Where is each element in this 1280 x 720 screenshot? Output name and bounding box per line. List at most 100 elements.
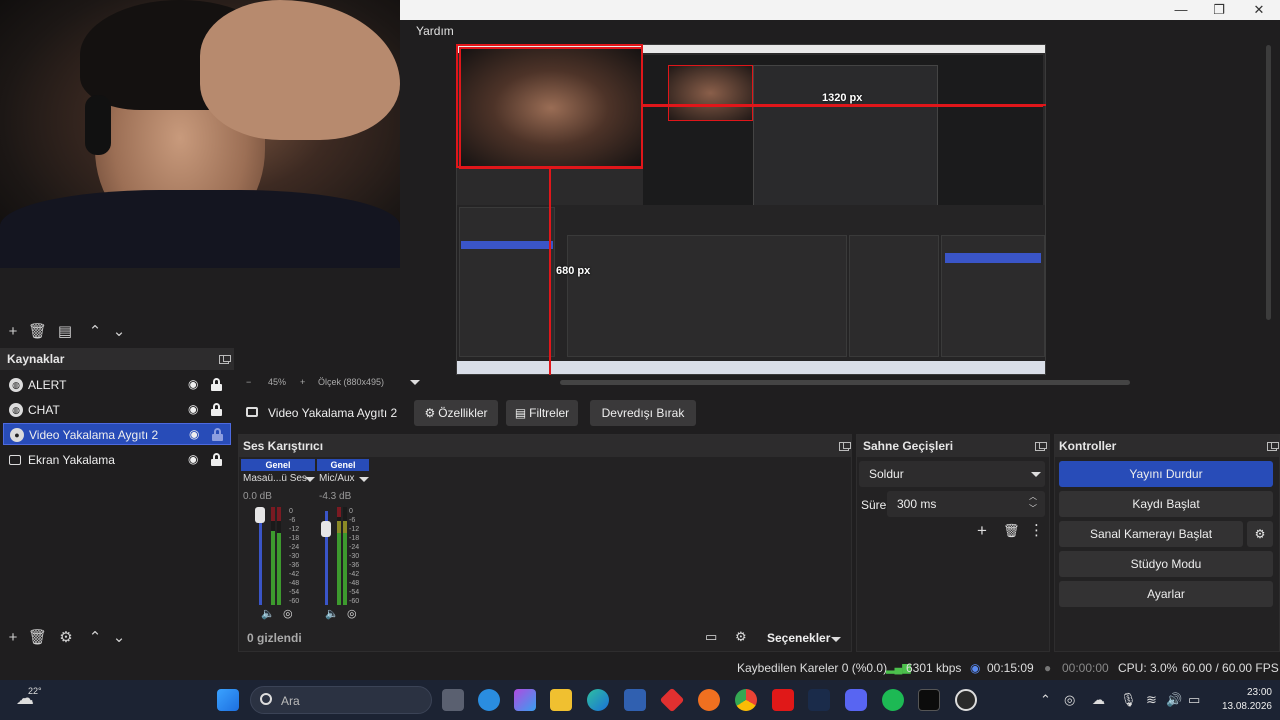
filter-icon[interactable]: ▤ — [56, 323, 74, 341]
mixer-layout-icon[interactable]: ▭ — [705, 629, 717, 645]
source-item-alert[interactable]: ◍ ALERT ◉ — [3, 374, 231, 396]
settings-button[interactable]: Ayarlar — [1059, 581, 1273, 607]
nested-preview — [643, 55, 1043, 220]
lock-icon[interactable] — [211, 403, 222, 416]
properties-button[interactable]: ⚙ Özellikler — [414, 400, 498, 426]
undock-icon[interactable] — [219, 355, 231, 364]
eye-icon[interactable]: ◉ — [188, 453, 201, 466]
source-label: Ekran Yakalama — [28, 453, 115, 467]
scale-dropdown-icon[interactable] — [410, 380, 420, 385]
audio-meter-left — [271, 507, 275, 605]
eye-icon[interactable]: ◉ — [188, 403, 201, 416]
eye-icon[interactable]: ◉ — [188, 378, 201, 391]
cloud-icon[interactable]: ☁ — [1092, 692, 1105, 708]
volume-fader-handle[interactable] — [321, 521, 331, 537]
task-view-icon[interactable] — [442, 689, 464, 711]
taskbar-clock[interactable]: 23:00 13.08.2026 — [1212, 686, 1272, 714]
gear-icon[interactable]: ⚙ — [57, 629, 75, 647]
zoom-in-button[interactable]: + — [300, 377, 305, 387]
stop-stream-button[interactable]: Yayını Durdur — [1059, 461, 1273, 487]
channel-db: 0.0 dB — [243, 491, 272, 502]
obs-icon[interactable] — [955, 689, 977, 711]
spotify-icon[interactable] — [882, 689, 904, 711]
deactivate-button[interactable]: Devredışı Bırak — [590, 400, 696, 426]
transition-select[interactable]: Soldur — [859, 461, 1045, 487]
add-scene-button[interactable]: + — [4, 323, 22, 341]
gear-icon[interactable]: ⚙ — [735, 629, 747, 645]
trash-icon[interactable]: 🗑 — [28, 323, 47, 341]
zoom-out-button[interactable]: − — [246, 377, 251, 387]
folder-icon[interactable] — [550, 689, 572, 711]
move-up-icon[interactable]: ⌃ — [86, 629, 104, 647]
help-icon[interactable] — [478, 689, 500, 711]
channel-name[interactable]: Mic/Aux — [319, 473, 355, 484]
studio-mode-button[interactable]: Stüdyo Modu — [1059, 551, 1273, 577]
move-down-icon[interactable]: ⌄ — [110, 323, 128, 341]
volume-icon[interactable]: 🔊 — [1166, 692, 1182, 708]
chevron-down-icon[interactable] — [1031, 472, 1041, 477]
start-recording-button[interactable]: Kaydı Başlat — [1059, 491, 1273, 517]
maximize-button[interactable]: ❐ — [1204, 2, 1234, 18]
source-item-chat[interactable]: ◍ CHAT ◉ — [3, 399, 231, 421]
discord-icon[interactable] — [845, 689, 867, 711]
store-icon[interactable] — [624, 689, 646, 711]
gear-icon: ⚙ — [424, 406, 436, 420]
terminal-icon[interactable] — [918, 689, 940, 711]
transitions-header: Sahne Geçişleri — [857, 435, 1049, 457]
undock-icon[interactable] — [839, 442, 851, 451]
battery-icon[interactable]: ▭ — [1188, 692, 1200, 708]
mixer-options-button[interactable]: Seçenekler — [767, 631, 830, 645]
add-source-button[interactable]: + — [4, 629, 22, 647]
duration-input[interactable]: 300 ms — [887, 491, 1045, 517]
minimize-button[interactable]: — — [1166, 2, 1196, 18]
undock-icon[interactable] — [1267, 442, 1279, 451]
program-preview[interactable] — [456, 44, 1046, 375]
copilot-icon[interactable] — [514, 689, 536, 711]
trash-icon[interactable]: 🗑 — [1003, 523, 1020, 539]
youtube-icon[interactable] — [772, 689, 794, 711]
gear-icon[interactable]: ⚙ — [1247, 521, 1273, 547]
close-button[interactable]: ✕ — [1244, 2, 1274, 18]
volume-fader-track[interactable] — [259, 511, 262, 605]
move-down-icon[interactable]: ⌄ — [110, 629, 128, 647]
chevron-down-icon[interactable] — [305, 477, 315, 482]
windows-start-icon[interactable] — [217, 689, 239, 711]
wifi-icon[interactable]: ≋ — [1146, 692, 1157, 708]
channel-name[interactable]: Masaü...ü Ses — [243, 473, 307, 484]
preview-vertical-scrollbar[interactable] — [1266, 45, 1271, 320]
move-up-icon[interactable]: ⌃ — [86, 323, 104, 341]
taskbar-search[interactable]: Ara — [250, 686, 432, 714]
lock-icon[interactable] — [211, 453, 222, 466]
transform-guide-vertical — [549, 168, 551, 375]
chrome-icon[interactable] — [735, 689, 757, 711]
camera-icon: ● — [10, 428, 24, 442]
selected-source-frame[interactable] — [459, 47, 643, 169]
add-transition-button[interactable]: + — [977, 521, 987, 541]
steam-icon[interactable] — [808, 689, 830, 711]
lock-icon[interactable] — [211, 378, 222, 391]
width-guide-label: 1320 px — [822, 92, 863, 104]
volume-fader-handle[interactable] — [255, 507, 265, 523]
app-orange-icon[interactable] — [698, 689, 720, 711]
canvas-scale: Ölçek (880x495) — [318, 377, 385, 387]
eye-icon[interactable]: ◉ — [189, 428, 202, 441]
undock-icon[interactable] — [1035, 442, 1047, 451]
chevron-down-icon[interactable] — [359, 477, 369, 482]
filters-button[interactable]: ▤ Filtreler — [506, 400, 578, 426]
source-item-screen-capture[interactable]: Ekran Yakalama ◉ — [3, 449, 231, 471]
trash-icon[interactable]: 🗑 — [28, 629, 47, 647]
height-guide-label: 680 px — [556, 265, 591, 277]
lock-icon[interactable] — [212, 428, 223, 441]
stepper-arrows[interactable]: ︿ ﹀ — [1029, 491, 1037, 515]
preview-horizontal-scrollbar[interactable] — [560, 380, 1130, 385]
app-diamond-icon[interactable] — [659, 687, 685, 713]
more-options-icon[interactable]: ⋮ — [1029, 521, 1044, 539]
edge-icon[interactable] — [587, 689, 609, 711]
microphone-icon[interactable]: 🎙 — [1120, 692, 1137, 708]
chevron-down-icon[interactable] — [831, 637, 841, 642]
tray-app-icon[interactable]: ◎ — [1064, 692, 1075, 708]
source-item-video-capture[interactable]: ● Video Yakalama Aygıtı 2 ◉ — [3, 423, 231, 445]
menu-help[interactable]: Yardım — [416, 24, 454, 38]
chevron-up-icon[interactable]: ⌃ — [1040, 692, 1051, 708]
start-virtual-camera-button[interactable]: Sanal Kamerayı Başlat — [1059, 521, 1243, 547]
